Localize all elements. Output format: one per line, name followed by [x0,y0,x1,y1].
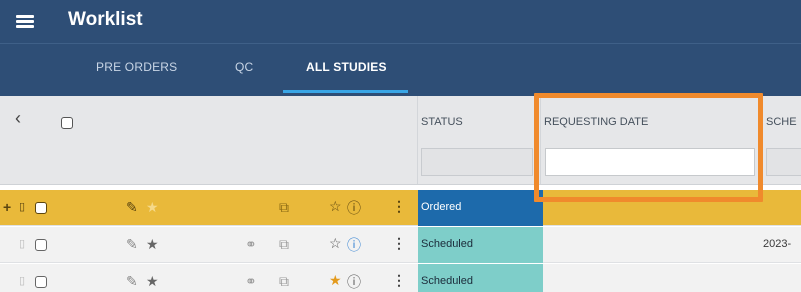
favorite-star-outline-icon[interactable]: ☆ [329,235,342,252]
column-header-requesting-date[interactable]: REQUESTING DATE [544,116,648,128]
tab-bar: PRE ORDERS QC ALL STUDIES [0,43,801,96]
edit-pencil-icon[interactable]: ✎ [126,199,138,216]
document-icon[interactable]: ▯ [19,200,25,213]
collapse-chevron-left-icon[interactable]: ‹ [15,108,21,129]
document-icon[interactable]: ▯ [19,274,25,287]
favorite-star-filled-icon[interactable]: ★ [329,272,342,289]
status-cell: Scheduled [418,264,543,292]
row-checkbox[interactable] [35,276,47,288]
status-cell: Ordered [418,190,543,226]
share-icon[interactable]: ⧉ [279,199,289,216]
status-cell: Scheduled [418,227,543,263]
tab-pre-orders[interactable]: PRE ORDERS [96,60,177,74]
tab-all-studies[interactable]: ALL STUDIES [306,60,387,74]
page-title: Worklist [68,9,143,30]
more-actions-icon[interactable]: ⋮ [392,198,406,215]
more-actions-icon[interactable]: ⋮ [392,235,406,252]
share-icon[interactable]: ⧉ [279,273,289,290]
info-icon[interactable]: ⓘ [347,272,361,292]
column-separator [762,96,763,184]
select-all-checkbox[interactable] [61,117,73,129]
table-row[interactable]: ▯ ✎ ★ ⚭ ⧉ ★ ⓘ ⋮ Scheduled [0,264,801,292]
favorite-star-outline-icon[interactable]: ☆ [329,198,342,215]
table-row[interactable]: ▯ ✎ ★ ⚭ ⧉ ☆ ⓘ ⋮ Scheduled 2023- [0,227,801,263]
status-filter-input[interactable] [421,148,533,176]
expand-plus-icon[interactable]: + [3,199,11,215]
column-header-status[interactable]: STATUS [421,116,463,128]
column-separator [540,96,541,184]
link-icon[interactable]: ⚭ [245,236,257,253]
scheduled-date-cell: 2023- [763,238,792,250]
info-icon[interactable]: ⓘ [347,198,361,218]
row-checkbox[interactable] [35,239,47,251]
star-icon[interactable]: ★ [146,273,159,290]
info-icon[interactable]: ⓘ [347,235,361,255]
column-separator [417,96,418,184]
share-icon[interactable]: ⧉ [279,236,289,253]
active-tab-indicator [283,90,408,93]
star-icon[interactable]: ★ [146,199,159,216]
table-row[interactable]: + ▯ ✎ ★ ⧉ ☆ ⓘ ⋮ Ordered [0,190,801,226]
tab-qc[interactable]: QC [235,60,253,74]
hamburger-menu-icon[interactable] [16,15,34,28]
worklist-app: Worklist PRE ORDERS QC ALL STUDIES ‹ STA… [0,0,801,292]
column-header-scheduled[interactable]: SCHE [766,116,797,128]
more-actions-icon[interactable]: ⋮ [392,272,406,289]
row-checkbox[interactable] [35,202,47,214]
document-icon[interactable]: ▯ [19,237,25,250]
grid-header: ‹ STATUS REQUESTING DATE SCHE [0,96,801,185]
requesting-date-filter-input[interactable] [545,148,755,176]
app-header: Worklist [0,0,801,43]
scheduled-filter-input[interactable] [766,148,801,176]
link-icon[interactable]: ⚭ [245,273,257,290]
edit-pencil-icon[interactable]: ✎ [126,236,138,253]
star-icon[interactable]: ★ [146,236,159,253]
edit-pencil-icon[interactable]: ✎ [126,273,138,290]
